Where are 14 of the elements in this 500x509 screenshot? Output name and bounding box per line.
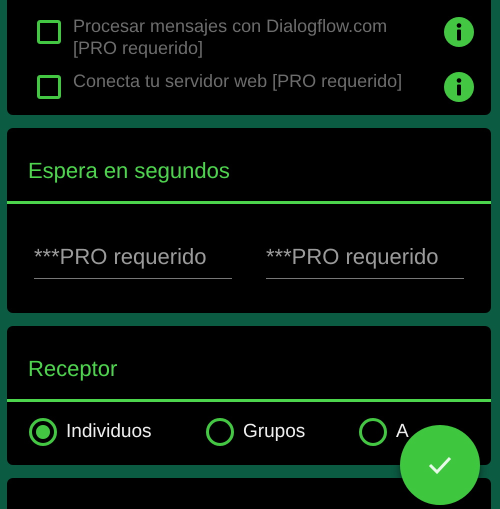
- section-title: Receptor: [7, 326, 491, 402]
- radio-button[interactable]: [206, 418, 234, 446]
- info-icon[interactable]: [443, 16, 475, 48]
- radio-button[interactable]: [29, 418, 57, 446]
- radio-button[interactable]: [359, 418, 387, 446]
- radio-label: A: [396, 420, 409, 444]
- radio-label: Individuos: [66, 420, 152, 444]
- option-label: Procesar mensajes con Dialogflow.com [PRO requerido]: [73, 15, 388, 59]
- input-field[interactable]: ***PRO requerido: [266, 236, 464, 279]
- option-label: Conecta tu servidor web [PRO requerido]: [73, 70, 404, 92]
- section-title: Espera en segundos: [7, 128, 491, 204]
- info-icon[interactable]: [443, 71, 475, 103]
- input-field[interactable]: ***PRO requerido: [34, 236, 232, 279]
- radio-label: Grupos: [243, 420, 306, 444]
